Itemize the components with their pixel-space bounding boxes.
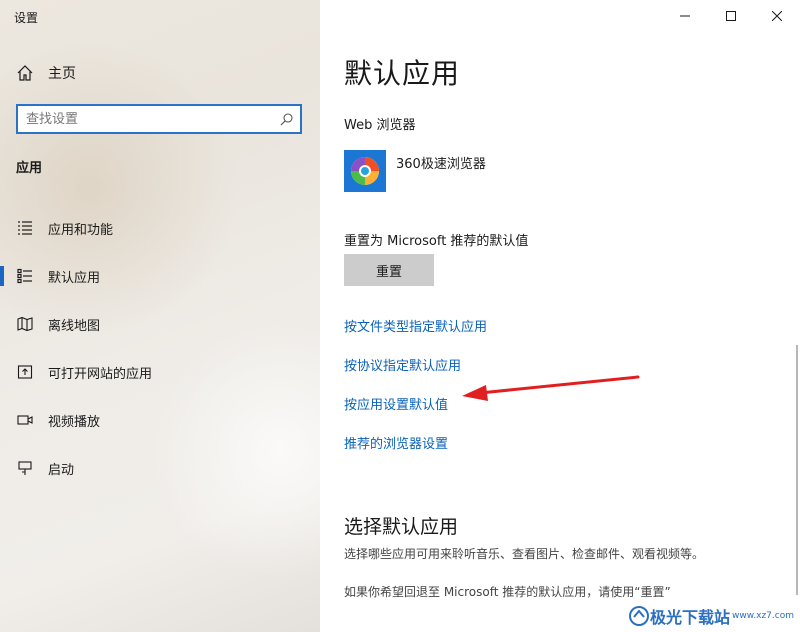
search-icon[interactable] — [274, 106, 300, 132]
home-icon — [16, 64, 34, 82]
search-input[interactable] — [18, 106, 274, 132]
sidebar-item-offline-maps[interactable]: 离线地图 — [0, 300, 320, 348]
window-title: 设置 — [14, 11, 39, 25]
watermark-text: 极光下载站 — [650, 608, 731, 627]
main-panel: 默认应用 Web 浏览器 360极速浏览器 重置为 Microsoft 推荐的默… — [320, 0, 800, 632]
reset-button[interactable]: 重置 — [344, 254, 434, 286]
sidebar-item-label: 应用和功能 — [48, 222, 114, 238]
close-icon — [772, 11, 782, 21]
sidebar-item-label: 默认应用 — [48, 270, 101, 286]
maximize-icon — [726, 11, 736, 21]
home-label: 主页 — [48, 66, 76, 82]
sidebar-item-label: 启动 — [48, 462, 75, 478]
sidebar: 设置 主页 应用 应用和功能 默认应用 离线地图 — [0, 0, 320, 632]
link-default-by-protocol[interactable]: 按协议指定默认应用 — [344, 355, 461, 374]
video-playback-icon — [16, 411, 34, 429]
offline-maps-icon — [16, 315, 34, 333]
search-box[interactable] — [16, 104, 302, 134]
web-browser-label: Web 浏览器 — [344, 118, 416, 133]
scrollbar[interactable] — [796, 345, 798, 595]
section-label: 应用 — [16, 161, 43, 176]
link-default-by-file-type[interactable]: 按文件类型指定默认应用 — [344, 316, 487, 335]
minimize-icon — [680, 15, 690, 17]
watermark: 极光下载站 www.xz7.com — [628, 604, 794, 628]
section-title-choose-default-apps: 选择默认应用 — [344, 516, 459, 538]
link-recommended-browser-settings[interactable]: 推荐的浏览器设置 — [344, 433, 448, 452]
section-description: 选择哪些应用可用来聆听音乐、查看图片、检查邮件、观看视频等。 — [344, 547, 705, 561]
window-controls — [662, 0, 800, 32]
sidebar-item-label: 离线地图 — [48, 318, 101, 334]
browser-logo-icon — [344, 150, 386, 192]
default-browser-button[interactable]: 360极速浏览器 — [344, 150, 486, 192]
close-button[interactable] — [754, 0, 800, 32]
sidebar-item-apps-features[interactable]: 应用和功能 — [0, 204, 320, 252]
home-nav-item[interactable]: 主页 — [16, 63, 76, 83]
sidebar-item-apps-for-websites[interactable]: 可打开网站的应用 — [0, 348, 320, 396]
sidebar-item-startup[interactable]: 启动 — [0, 444, 320, 492]
page-title: 默认应用 — [344, 57, 461, 90]
startup-icon — [16, 459, 34, 477]
sidebar-item-label: 视频播放 — [48, 414, 101, 430]
reset-label: 重置为 Microsoft 推荐的默认值 — [344, 234, 529, 249]
maximize-button[interactable] — [708, 0, 754, 32]
apps-for-websites-icon — [16, 363, 34, 381]
link-set-defaults-by-app[interactable]: 按应用设置默认值 — [344, 394, 448, 413]
annotation-arrow-icon — [462, 375, 640, 401]
sidebar-item-default-apps[interactable]: 默认应用 — [0, 252, 320, 300]
watermark-url: www.xz7.com — [732, 611, 794, 621]
section-note: 如果你希望回退至 Microsoft 推荐的默认应用，请使用“重置” — [344, 585, 671, 599]
default-apps-icon — [16, 267, 34, 285]
minimize-button[interactable] — [662, 0, 708, 32]
sidebar-item-label: 可打开网站的应用 — [48, 366, 153, 382]
watermark-logo-icon — [629, 606, 649, 626]
browser-name: 360极速浏览器 — [396, 157, 486, 172]
sidebar-item-video-playback[interactable]: 视频播放 — [0, 396, 320, 444]
sidebar-nav: 应用和功能 默认应用 离线地图 可打开网站的应用 视频播放 启动 — [0, 204, 320, 492]
apps-features-icon — [16, 219, 34, 237]
